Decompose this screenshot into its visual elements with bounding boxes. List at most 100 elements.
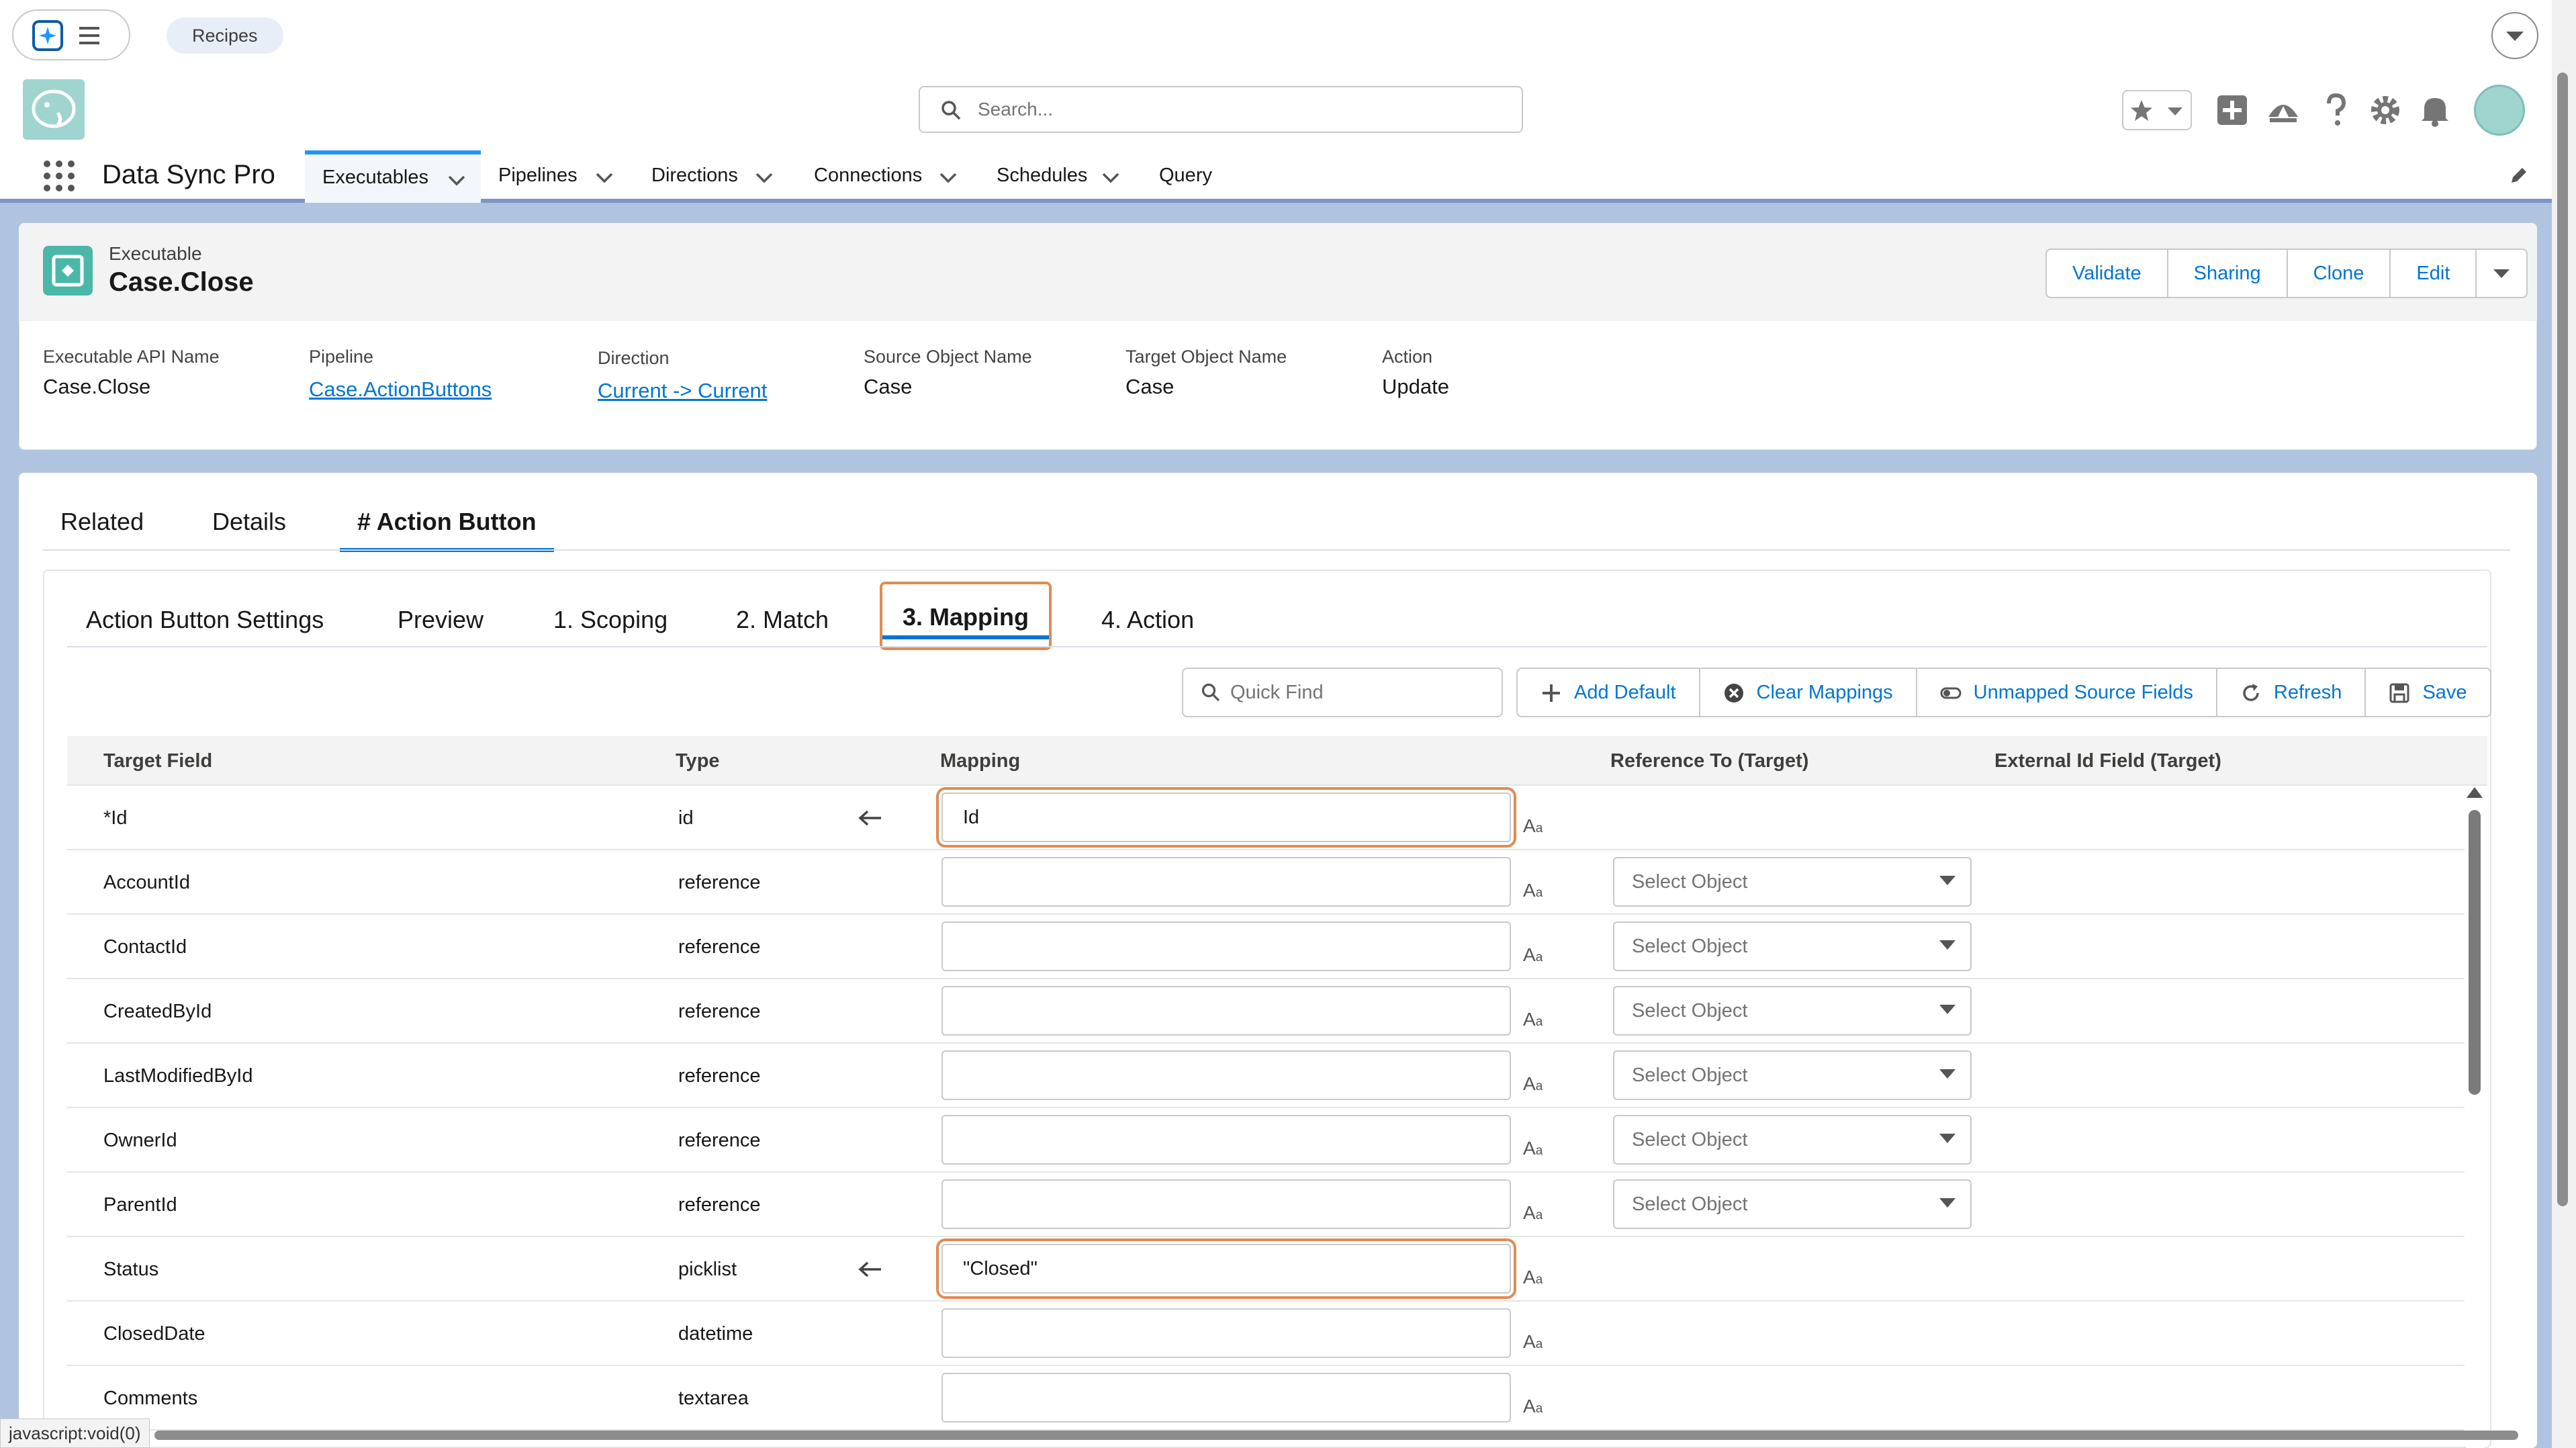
gear-icon[interactable] xyxy=(2365,90,2405,130)
subtab-scoping[interactable]: 1. Scoping xyxy=(553,603,668,637)
reference-object-select[interactable]: Select Object xyxy=(1613,986,1972,1036)
chevron-down-icon[interactable] xyxy=(1101,172,1120,184)
reference-object-select[interactable]: Select Object xyxy=(1613,1115,1972,1165)
direction-link[interactable]: Current -> Current xyxy=(598,379,767,403)
nav-item-label: Schedules xyxy=(997,165,1088,186)
scroll-up-icon[interactable] xyxy=(2467,787,2483,798)
chevron-down-icon[interactable] xyxy=(2491,12,2538,59)
nav-item-executables[interactable]: Executables xyxy=(305,150,481,203)
app-launcher-icon[interactable] xyxy=(40,157,78,195)
formula-type-icon[interactable]: Aa xyxy=(1523,880,1543,901)
reference-object-select[interactable]: Select Object xyxy=(1613,921,1972,971)
formula-type-icon[interactable]: Aa xyxy=(1523,1202,1543,1224)
save-button[interactable]: Save xyxy=(2366,669,2489,716)
formula-type-icon[interactable]: Aa xyxy=(1523,815,1543,837)
formula-type-icon[interactable]: Aa xyxy=(1523,1396,1543,1417)
star-icon[interactable] xyxy=(2129,98,2154,124)
mapping-input[interactable] xyxy=(941,1373,1511,1422)
help-icon[interactable] xyxy=(2315,90,2356,130)
mapping-input[interactable] xyxy=(941,921,1511,971)
nav-item-directions[interactable]: Directions xyxy=(651,150,773,203)
type-cell: reference xyxy=(678,1130,761,1151)
tab-details[interactable]: Details xyxy=(212,505,286,539)
table-row: *Id id Id Aa xyxy=(67,786,2465,850)
sparkle-icon[interactable] xyxy=(32,20,63,51)
col-mapping[interactable]: Mapping xyxy=(940,736,1020,786)
formula-type-icon[interactable]: Aa xyxy=(1523,1267,1543,1288)
formula-type-icon[interactable]: Aa xyxy=(1523,1331,1543,1353)
tab-action-button[interactable]: # Action Button xyxy=(340,505,554,552)
global-search-input[interactable]: Search... xyxy=(919,86,1523,133)
mapping-input[interactable] xyxy=(941,1179,1511,1229)
chevron-down-icon[interactable] xyxy=(2491,250,2512,297)
favorites-button[interactable] xyxy=(2122,90,2192,130)
subtab-action[interactable]: 4. Action xyxy=(1101,603,1194,637)
record-actions: Validate Sharing Clone Edit xyxy=(2045,248,2528,298)
pipeline-link[interactable]: Case.ActionButtons xyxy=(309,377,492,402)
col-external-id[interactable]: External Id Field (Target) xyxy=(1994,736,2221,786)
quick-find-input[interactable]: Quick Find xyxy=(1182,668,1503,717)
formula-type-icon[interactable]: Aa xyxy=(1523,1138,1543,1159)
col-reference-to[interactable]: Reference To (Target) xyxy=(1610,736,1808,786)
hamburger-icon[interactable] xyxy=(78,24,102,47)
reference-object-select[interactable]: Select Object xyxy=(1613,1050,1972,1100)
nav-item-query[interactable]: Query xyxy=(1159,150,1212,203)
bell-icon[interactable] xyxy=(2415,90,2455,130)
subtab-action-button-settings[interactable]: Action Button Settings xyxy=(86,603,324,637)
edit-button[interactable]: Edit xyxy=(2391,250,2477,297)
mapping-input[interactable] xyxy=(941,857,1511,907)
chevron-down-icon[interactable] xyxy=(2165,105,2185,118)
nav-item-pipelines[interactable]: Pipelines xyxy=(498,150,613,203)
refresh-button[interactable]: Refresh xyxy=(2217,669,2366,716)
trailhead-icon[interactable] xyxy=(2263,90,2303,130)
clear-mappings-button[interactable]: Clear Mappings xyxy=(1700,669,1917,716)
add-default-button[interactable]: Add Default xyxy=(1518,669,1700,716)
add-icon[interactable] xyxy=(2212,90,2252,130)
col-type[interactable]: Type xyxy=(676,736,720,786)
mapping-input[interactable] xyxy=(941,1050,1511,1100)
mapping-input[interactable] xyxy=(941,986,1511,1036)
reference-object-select[interactable]: Select Object xyxy=(1613,1179,1972,1229)
mapping-input[interactable]: "Closed" xyxy=(936,1238,1516,1299)
formula-type-icon[interactable]: Aa xyxy=(1523,1009,1543,1030)
recipes-tab[interactable]: Recipes xyxy=(167,17,283,54)
select-placeholder: Select Object xyxy=(1632,1193,1748,1215)
page-scroll-thumb[interactable] xyxy=(2557,73,2568,1206)
tab-related[interactable]: Related xyxy=(60,505,144,539)
formula-type-glyph-sub: a xyxy=(1535,1144,1543,1158)
edit-nav-icon[interactable] xyxy=(2508,164,2530,187)
sharing-button[interactable]: Sharing xyxy=(2168,250,2288,297)
subtab-preview[interactable]: Preview xyxy=(398,603,484,637)
chevron-down-icon xyxy=(1939,1134,1956,1143)
mapping-input[interactable] xyxy=(941,1115,1511,1165)
chevron-down-icon[interactable] xyxy=(595,172,614,184)
validate-button[interactable]: Validate xyxy=(2047,250,2168,297)
mapping-input[interactable] xyxy=(941,1308,1511,1358)
target-field-cell: *Id xyxy=(103,807,128,829)
col-target-field[interactable]: Target Field xyxy=(103,736,212,786)
reference-object-select[interactable]: Select Object xyxy=(1613,857,1972,907)
subtab-match[interactable]: 2. Match xyxy=(736,603,829,637)
formula-type-icon[interactable]: Aa xyxy=(1523,1073,1543,1095)
chevron-down-icon[interactable] xyxy=(755,172,774,184)
table-scroll-thumb[interactable] xyxy=(2469,810,2481,1095)
avatar[interactable] xyxy=(2474,85,2525,136)
launcher-pill[interactable] xyxy=(12,9,130,60)
unmapped-source-fields-button[interactable]: Unmapped Source Fields xyxy=(1917,669,2217,716)
chevron-down-icon[interactable] xyxy=(939,172,958,184)
chevron-down-icon[interactable] xyxy=(447,175,466,187)
horizontal-scroll-thumb[interactable] xyxy=(154,1431,2518,1440)
nav-item-schedules[interactable]: Schedules xyxy=(997,150,1119,203)
subtab-mapping[interactable]: 3. Mapping xyxy=(880,582,1052,650)
formula-type-glyph: A xyxy=(1523,1138,1536,1159)
clone-button[interactable]: Clone xyxy=(2288,250,2391,297)
mapping-input[interactable]: Id xyxy=(936,787,1516,848)
nav-item-connections[interactable]: Connections xyxy=(814,150,957,203)
more-actions-button[interactable] xyxy=(2477,250,2526,297)
plus-icon xyxy=(1540,682,1562,704)
action-label: Action xyxy=(1382,347,1433,367)
formula-type-glyph: A xyxy=(1523,815,1536,836)
status-link-hint: javascript:void(0) xyxy=(0,1418,150,1448)
formula-type-icon[interactable]: Aa xyxy=(1523,944,1543,966)
mapping-toolbar: Add Default Clear Mappings Unmapped Sour… xyxy=(1516,668,2491,717)
